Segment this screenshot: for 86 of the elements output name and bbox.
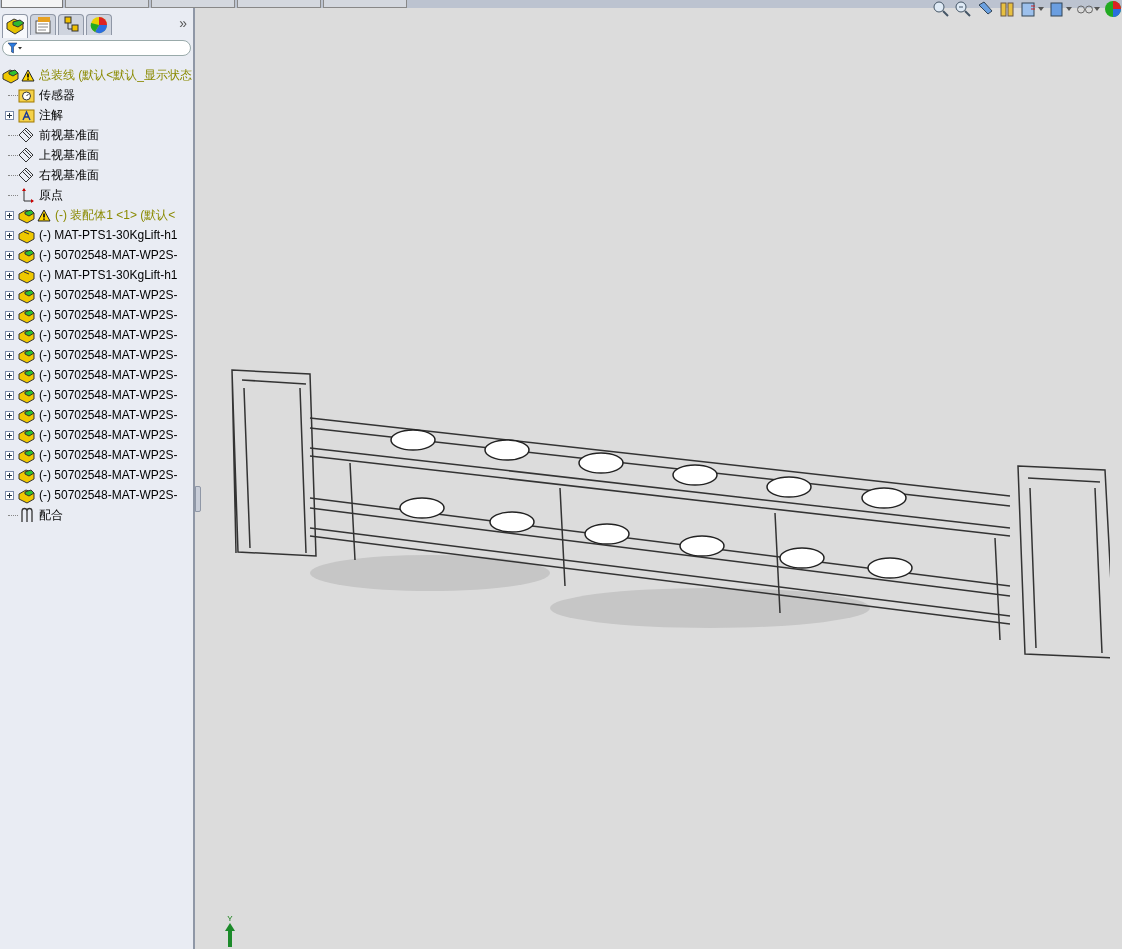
tree-item-label[interactable]: (-) 50702548-MAT-WP2S-	[39, 466, 178, 484]
tree-item-label[interactable]: (-) 50702548-MAT-WP2S-	[39, 326, 178, 344]
assembly-icon	[18, 426, 35, 444]
more-tabs-button[interactable]: »	[179, 13, 187, 34]
tree-item-label[interactable]: (-) 50702548-MAT-WP2S-	[39, 446, 178, 464]
assembly-icon	[18, 406, 35, 424]
tree-item-label[interactable]: (-) 50702548-MAT-WP2S-	[39, 426, 178, 444]
assembly-icon	[18, 306, 35, 324]
tree-item-label[interactable]: 前视基准面	[39, 126, 99, 144]
expand-toggle[interactable]	[4, 230, 14, 240]
filter-icon	[7, 42, 23, 54]
tree-item-label[interactable]: (-) 50702548-MAT-WP2S-	[39, 386, 178, 404]
panel-tab[interactable]	[58, 14, 84, 35]
plane-icon	[18, 166, 35, 184]
property-icon	[33, 15, 53, 35]
expand-toggle[interactable]	[4, 110, 14, 120]
folder-gauge-icon	[18, 86, 35, 104]
zoom-area-icon	[954, 0, 972, 18]
part-icon	[18, 266, 35, 284]
panel-tab[interactable]	[2, 14, 28, 38]
tree-item-label[interactable]: (-) 50702548-MAT-WP2S-	[39, 486, 178, 504]
assembly-icon	[18, 206, 35, 224]
assembly-icon	[18, 346, 35, 364]
expand-toggle[interactable]	[4, 250, 14, 260]
tree-item-label[interactable]: 注解	[39, 106, 63, 124]
view-orientation-button[interactable]	[1020, 0, 1044, 18]
axis-arrow-icon	[225, 923, 235, 947]
assembly-icon	[18, 366, 35, 384]
assembly-icon	[18, 486, 35, 504]
tree-item-label[interactable]: (-) 50702548-MAT-WP2S-	[39, 406, 178, 424]
assembly-icon	[18, 466, 35, 484]
plane-icon	[18, 146, 35, 164]
tree-item-label[interactable]: 右视基准面	[39, 166, 99, 184]
expand-toggle[interactable]	[4, 210, 14, 220]
assembly-icon	[18, 246, 35, 264]
folder-letter-icon	[18, 106, 35, 124]
expand-toggle[interactable]	[4, 350, 14, 360]
axis-label: Y	[227, 915, 233, 923]
assembly-icon	[18, 386, 35, 404]
part-icon	[18, 226, 35, 244]
zoom-fit-icon	[932, 0, 950, 18]
display-style-button[interactable]	[1048, 0, 1072, 18]
tree-item-label[interactable]: (-) MAT-PTS1-30KgLift-h1	[39, 226, 178, 244]
tree-item-label[interactable]: (-) 50702548-MAT-WP2S-	[39, 286, 178, 304]
tree-item-label[interactable]: 上视基准面	[39, 146, 99, 164]
expand-toggle[interactable]	[4, 290, 14, 300]
glasses-icon	[1076, 4, 1094, 14]
expand-toggle[interactable]	[4, 470, 14, 480]
assembly-icon	[18, 286, 35, 304]
tree-item-label[interactable]: 传感器	[39, 86, 75, 104]
tree-item-label[interactable]: (-) MAT-PTS1-30KgLift-h1	[39, 266, 178, 284]
feature-tree-icon	[5, 16, 25, 37]
display-style-icon	[1048, 0, 1066, 18]
filter-field[interactable]	[2, 40, 191, 56]
expand-toggle[interactable]	[4, 270, 14, 280]
panel-splitter-handle[interactable]	[195, 486, 201, 512]
expand-toggle[interactable]	[4, 310, 14, 320]
paperclip-icon	[18, 506, 35, 524]
command-tab[interactable]	[1, 0, 63, 8]
tree-item-label[interactable]: (-) 50702548-MAT-WP2S-	[39, 246, 178, 264]
expand-toggle[interactable]	[4, 490, 14, 500]
assembly-icon	[2, 66, 19, 84]
section-view-button[interactable]	[998, 0, 1016, 18]
expand-toggle[interactable]	[4, 430, 14, 440]
plane-icon	[18, 126, 35, 144]
expand-toggle[interactable]	[4, 450, 14, 460]
color-wheel-button[interactable]	[1104, 0, 1122, 18]
view-orientation-icon	[1020, 0, 1038, 18]
tree-item-label[interactable]: 原点	[39, 186, 63, 204]
tree-item-label[interactable]: (-) 50702548-MAT-WP2S-	[39, 306, 178, 324]
zoom-fit-button[interactable]	[932, 0, 950, 18]
assembly-icon	[18, 446, 35, 464]
glasses-button[interactable]	[1076, 4, 1100, 14]
color-wheel-icon	[1104, 0, 1122, 18]
configuration-icon	[61, 15, 81, 35]
expand-toggle[interactable]	[4, 330, 14, 340]
tree-item-label[interactable]: (-) 50702548-MAT-WP2S-	[39, 366, 178, 384]
appearance-icon	[89, 15, 109, 35]
tree-item-label[interactable]: 配合	[39, 506, 63, 524]
expand-toggle[interactable]	[4, 390, 14, 400]
section-view-icon	[998, 0, 1016, 18]
expand-toggle[interactable]	[4, 410, 14, 420]
tree-item-label[interactable]: (-) 50702548-MAT-WP2S-	[39, 346, 178, 364]
zoom-area-button[interactable]	[954, 0, 972, 18]
assembly-icon	[18, 326, 35, 344]
expand-toggle[interactable]	[4, 370, 14, 380]
